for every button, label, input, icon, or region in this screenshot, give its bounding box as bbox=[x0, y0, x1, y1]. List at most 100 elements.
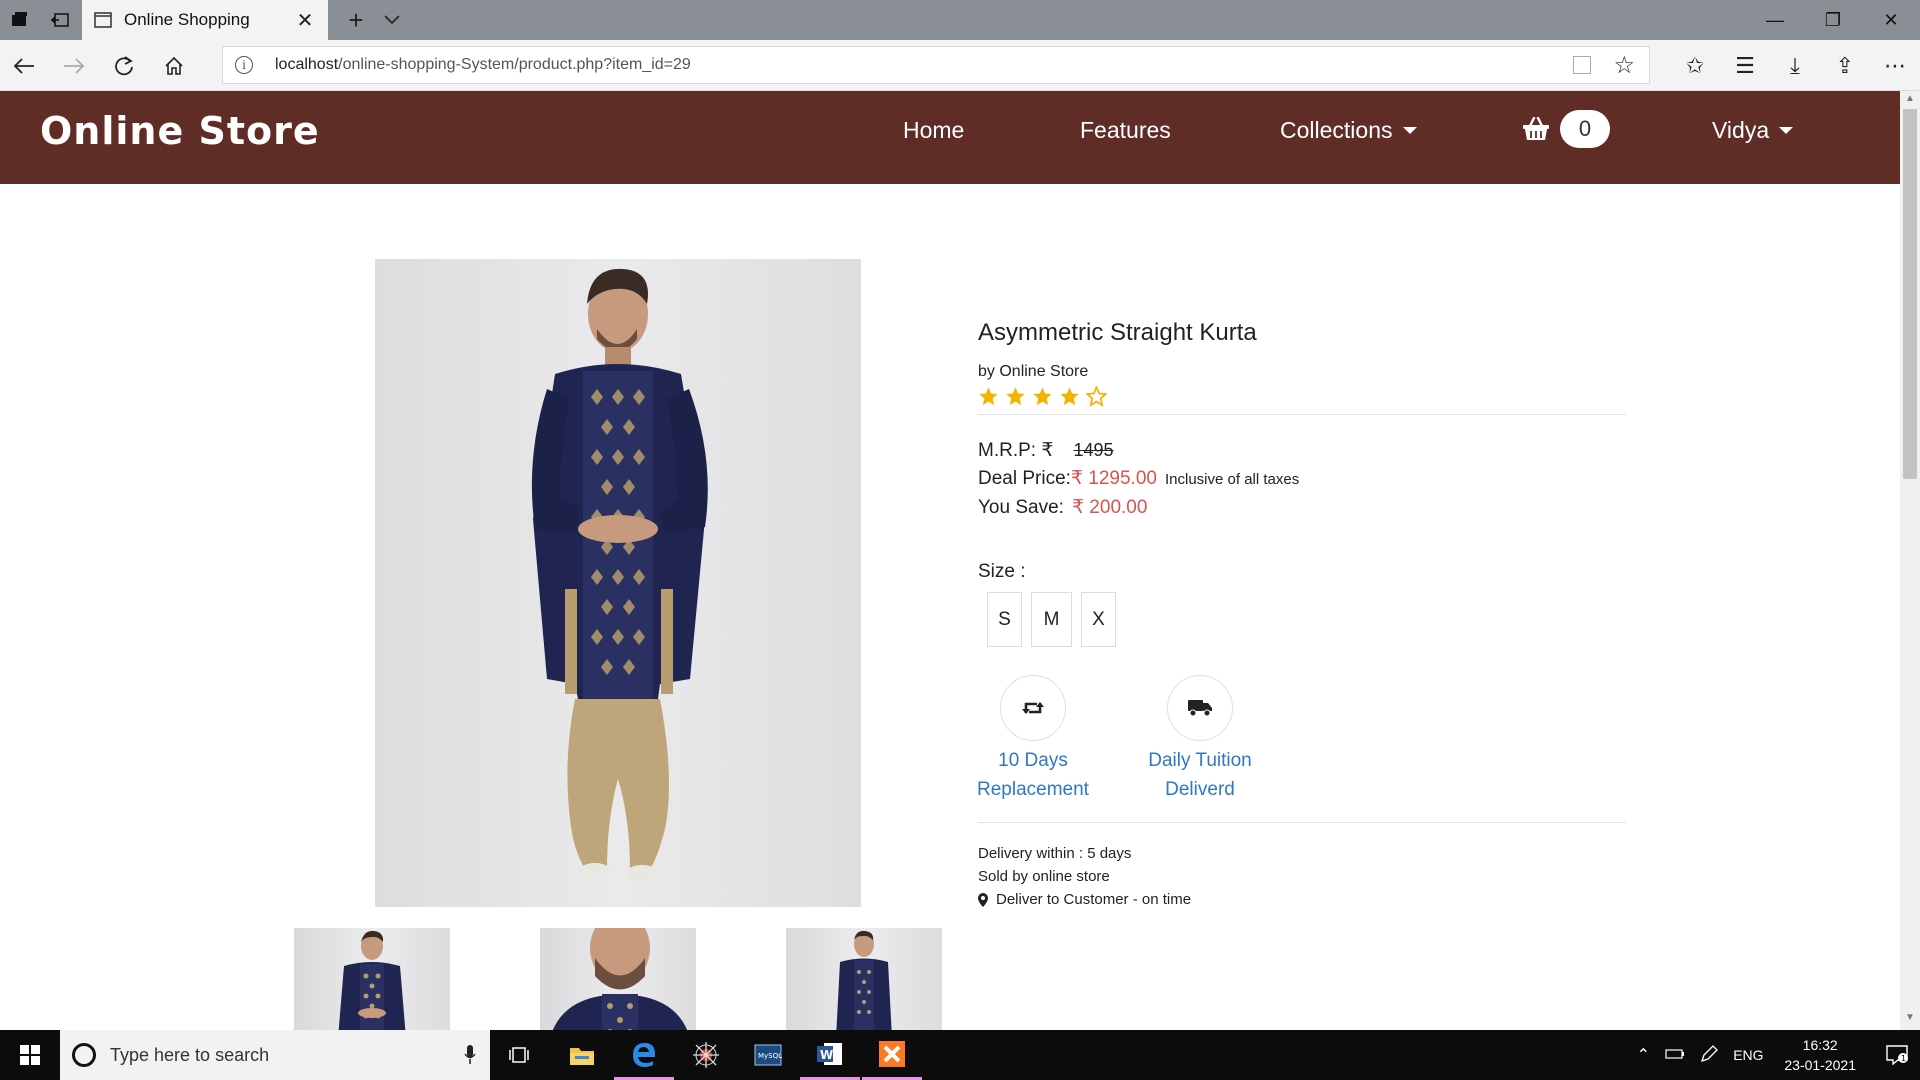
windows-start-icon[interactable] bbox=[0, 1030, 60, 1080]
restore-icon[interactable]: ❐ bbox=[1804, 0, 1862, 40]
pen-icon[interactable] bbox=[1692, 1044, 1726, 1066]
reading-view-icon[interactable] bbox=[1573, 56, 1591, 74]
product-thumbnail[interactable] bbox=[540, 928, 696, 1030]
minimize-icon[interactable]: — bbox=[1746, 0, 1804, 40]
size-option-s[interactable]: S bbox=[987, 592, 1022, 647]
url-host: localhost bbox=[275, 56, 339, 73]
size-label: Size : bbox=[978, 561, 1026, 582]
basket-icon bbox=[1523, 117, 1549, 140]
scroll-up-icon[interactable]: ▲ bbox=[1900, 93, 1920, 109]
tax-note: Inclusive of all taxes bbox=[1164, 471, 1300, 488]
share-icon[interactable]: ⇪ bbox=[1820, 40, 1870, 91]
microphone-icon[interactable] bbox=[450, 1045, 490, 1065]
clock[interactable]: 16:32 23-01-2021 bbox=[1784, 1035, 1856, 1075]
size-option-x[interactable]: X bbox=[1081, 592, 1116, 647]
deal-label: Deal Price: bbox=[978, 468, 1071, 489]
save-label: You Save: bbox=[978, 497, 1064, 518]
delivery-text: Daily Tuition Deliverd bbox=[1148, 750, 1252, 800]
scrollbar-thumb[interactable] bbox=[1903, 109, 1917, 479]
task-view-icon[interactable] bbox=[490, 1030, 550, 1080]
address-input[interactable]: i localhost/online-shopping-System/produ… bbox=[222, 46, 1650, 84]
close-tab-icon[interactable]: ✕ bbox=[294, 8, 316, 33]
refresh-icon[interactable] bbox=[100, 40, 148, 91]
site-info-icon[interactable]: i bbox=[235, 56, 253, 74]
taskbar-search-input[interactable]: Type here to search bbox=[60, 1030, 490, 1080]
new-tab-icon[interactable]: + bbox=[340, 0, 372, 40]
downloads-icon[interactable]: ⤓ bbox=[1770, 40, 1820, 91]
notification-center-icon[interactable]: 1 bbox=[1874, 1045, 1920, 1065]
size-option-m[interactable]: M bbox=[1031, 592, 1072, 647]
product-title: Asymmetric Straight Kurta bbox=[978, 319, 1257, 346]
save-value: ₹ 200.00 bbox=[1071, 497, 1148, 518]
nav-features[interactable]: Features bbox=[1080, 117, 1171, 144]
caret-down-icon bbox=[1779, 127, 1794, 134]
favorites-icon[interactable]: ✩ bbox=[1670, 40, 1720, 91]
caret-down-icon bbox=[1402, 127, 1417, 134]
clock-date: 23-01-2021 bbox=[1784, 1057, 1856, 1073]
word-icon[interactable]: W bbox=[800, 1030, 860, 1080]
site-navbar: Online Store Home Features Collections 0… bbox=[0, 91, 1900, 184]
clock-time: 16:32 bbox=[1802, 1037, 1838, 1053]
divider bbox=[978, 822, 1626, 823]
retweet-icon bbox=[1022, 702, 1044, 714]
cart-button[interactable]: 0 bbox=[1522, 110, 1610, 148]
svg-text:MySQL: MySQL bbox=[758, 1052, 782, 1060]
mrp-row: M.R.P: ₹ 1495 bbox=[978, 439, 1113, 462]
more-icon[interactable]: ⋯ bbox=[1870, 40, 1920, 91]
svg-text:W: W bbox=[820, 1048, 833, 1062]
cortana-icon bbox=[72, 1043, 96, 1067]
scroll-down-icon[interactable]: ▼ bbox=[1900, 1012, 1920, 1028]
url-path: /online-shopping-System/product.php?item… bbox=[338, 56, 691, 73]
delivery-info: Delivery within : 5 days bbox=[978, 845, 1132, 862]
star-empty-icon bbox=[1086, 386, 1107, 407]
nav-collections[interactable]: Collections bbox=[1280, 117, 1417, 144]
window-controls: — ❐ ✕ bbox=[1746, 0, 1920, 40]
deliver-note: Deliver to Customer - on time bbox=[978, 891, 1191, 908]
app-spider-icon[interactable] bbox=[676, 1030, 736, 1080]
nav-home[interactable]: Home bbox=[903, 117, 964, 144]
favorite-star-icon[interactable]: ☆ bbox=[1613, 51, 1635, 80]
chevron-down-icon[interactable] bbox=[378, 0, 406, 40]
address-bar-row: i localhost/online-shopping-System/produ… bbox=[0, 40, 1920, 91]
brand-logo[interactable]: Online Store bbox=[40, 109, 320, 153]
product-thumbnail[interactable] bbox=[786, 928, 942, 1030]
product-main-image[interactable] bbox=[375, 259, 861, 907]
back-icon[interactable] bbox=[0, 40, 48, 91]
product-thumbnail[interactable] bbox=[294, 928, 450, 1030]
rating-stars bbox=[978, 386, 1107, 407]
notification-count: 1 bbox=[1901, 1054, 1906, 1063]
truck-icon bbox=[1188, 700, 1212, 717]
browser-tab[interactable]: Online Shopping ✕ bbox=[82, 0, 328, 40]
set-tabs-aside-icon[interactable] bbox=[40, 0, 80, 40]
replacement-badge bbox=[1000, 675, 1066, 741]
xampp-icon[interactable] bbox=[862, 1030, 922, 1080]
battery-icon[interactable] bbox=[1658, 1047, 1692, 1063]
star-filled-icon bbox=[979, 387, 998, 406]
language-indicator[interactable]: ENG bbox=[1726, 1047, 1770, 1063]
hub-icon[interactable]: ☰ bbox=[1720, 40, 1770, 91]
close-window-icon[interactable]: ✕ bbox=[1862, 0, 1920, 40]
browser-tools: ✩ ☰ ⤓ ⇪ ⋯ bbox=[1670, 40, 1920, 91]
chevron-up-icon[interactable]: ⌃ bbox=[1628, 1045, 1658, 1065]
deal-price-row: Deal Price: ₹ 1295.00 Inclusive of all t… bbox=[978, 467, 1299, 490]
cart-count-badge: 0 bbox=[1560, 110, 1610, 148]
sold-by-info: Sold by online store bbox=[978, 868, 1110, 885]
star-filled-icon bbox=[1006, 387, 1025, 406]
page-scrollbar[interactable]: ▲ ▼ bbox=[1900, 91, 1920, 1030]
home-icon[interactable] bbox=[150, 40, 198, 91]
file-explorer-icon[interactable] bbox=[552, 1030, 612, 1080]
divider bbox=[978, 414, 1626, 415]
page-icon bbox=[94, 12, 112, 28]
deal-value: ₹ 1295.00 bbox=[1070, 468, 1157, 489]
replacement-text: 10 Days Replacement bbox=[977, 750, 1089, 800]
mrp-label: M.R.P: ₹ bbox=[978, 440, 1054, 461]
system-tray: ⌃ ENG 16:32 23-01-2021 1 bbox=[1628, 1030, 1920, 1080]
product-seller: by Online Store bbox=[978, 363, 1089, 380]
nav-user-menu[interactable]: Vidya bbox=[1712, 117, 1794, 144]
edge-browser-icon[interactable] bbox=[614, 1030, 674, 1080]
mysql-workbench-icon[interactable]: MySQL bbox=[738, 1030, 798, 1080]
forward-icon[interactable] bbox=[50, 40, 98, 91]
tab-title: Online Shopping bbox=[124, 10, 250, 29]
windows-taskbar: Type here to search MySQL W ⌃ ENG 16:32 … bbox=[0, 1030, 1920, 1080]
tab-actions-icon[interactable] bbox=[0, 0, 40, 40]
